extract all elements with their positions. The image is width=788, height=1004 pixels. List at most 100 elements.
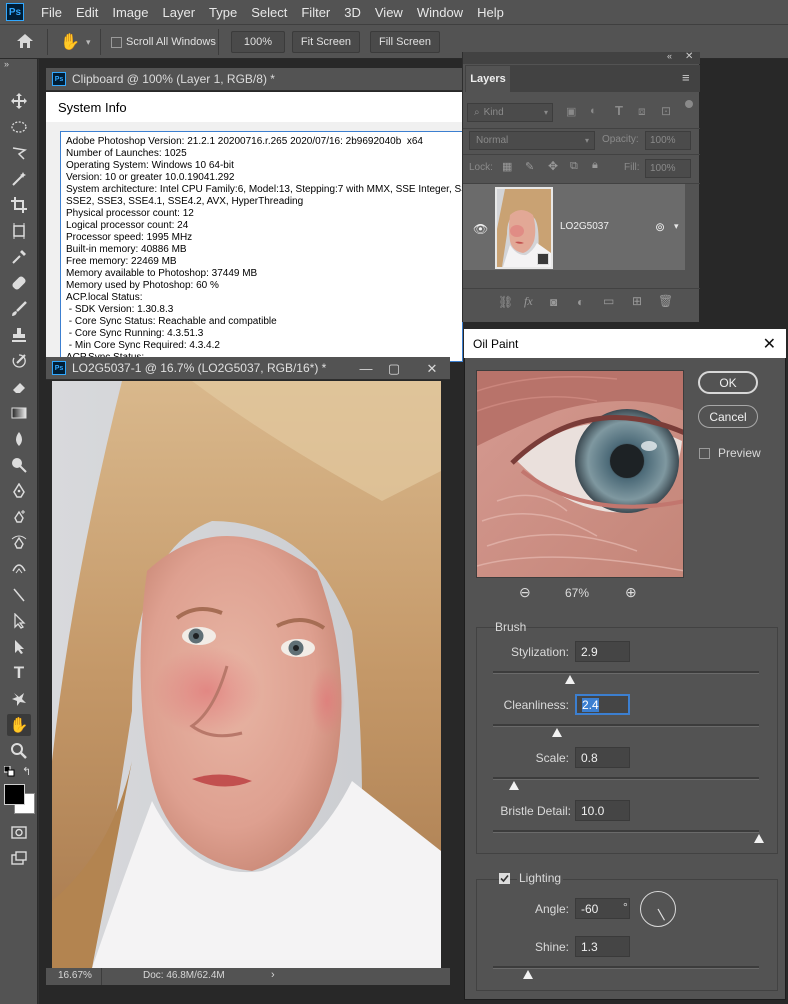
default-colors-icon[interactable] (3, 765, 15, 777)
document-window-titlebar[interactable]: Ps LO2G5037-1 @ 16.7% (LO2G5037, RGB/16*… (46, 357, 450, 380)
chevron-down-icon[interactable]: ▾ (86, 37, 91, 48)
filter-pixel-icon[interactable]: ▣ (566, 105, 576, 118)
opacity-input[interactable]: 100% (645, 131, 691, 150)
curvature-pen-tool-icon[interactable] (7, 532, 31, 554)
gradient-tool-icon[interactable] (7, 402, 31, 424)
filter-adjustment-icon[interactable]: ◐ (590, 105, 597, 117)
cleanliness-input[interactable]: 2.4 (575, 694, 630, 715)
chevron-right-icon[interactable]: › (271, 969, 275, 981)
system-info-text[interactable]: Adobe Photoshop Version: 21.2.1 20200716… (60, 131, 463, 362)
foreground-color-swatch[interactable] (4, 784, 25, 805)
smart-filter-icon[interactable]: ⊚ (655, 220, 665, 234)
layer-filter-kind[interactable]: ⌕ Kind ▾ (467, 103, 553, 122)
menu-type[interactable]: Type (202, 5, 244, 20)
preview-checkbox[interactable] (699, 448, 710, 459)
layer-thumbnail[interactable] (495, 187, 553, 269)
doc-size-info[interactable]: Doc: 46.8M/62.4M (143, 970, 225, 981)
stylization-slider-track[interactable] (493, 671, 759, 674)
blend-mode-select[interactable]: Normal ▾ (469, 131, 595, 150)
cancel-button[interactable]: Cancel (698, 405, 758, 428)
direct-selection-tool-icon[interactable] (7, 636, 31, 658)
healing-brush-tool-icon[interactable] (7, 272, 31, 294)
line-tool-icon[interactable] (7, 584, 31, 606)
layer-row[interactable]: 👁︎ LO2G5037 ⊚ ▾ (463, 184, 685, 270)
close-icon[interactable]: ✕ (418, 357, 446, 380)
shine-input[interactable]: 1.3 (575, 936, 630, 957)
stylization-slider-thumb[interactable] (565, 675, 576, 684)
link-layers-icon[interactable]: ⛓︎ (498, 295, 513, 309)
scale-slider-thumb[interactable] (509, 781, 520, 790)
bristle-detail-slider-thumb[interactable] (754, 834, 764, 843)
maximize-icon[interactable]: ▢ (380, 357, 408, 380)
filter-type-icon[interactable]: T (615, 103, 623, 118)
dodge-tool-icon[interactable] (7, 454, 31, 476)
add-mask-icon[interactable]: ◙ (550, 295, 557, 309)
zoom-level[interactable]: 16.67% (58, 970, 92, 981)
layer-name[interactable]: LO2G5037 (560, 221, 609, 232)
scale-slider-track[interactable] (493, 777, 759, 780)
scroll-all-windows-checkbox[interactable] (111, 37, 122, 48)
pen-tool-icon[interactable] (7, 480, 31, 502)
frame-tool-icon[interactable] (7, 220, 31, 242)
document-canvas-photo[interactable] (52, 381, 441, 968)
angle-dial[interactable] (640, 891, 676, 927)
new-layer-icon[interactable]: ⊞ (632, 294, 642, 308)
fill-screen-button[interactable]: Fill Screen (370, 31, 440, 53)
angle-input[interactable]: -60 (575, 898, 630, 919)
type-tool-icon[interactable]: T (7, 662, 31, 684)
zoom-in-icon[interactable]: ⊕ (625, 584, 637, 601)
cleanliness-slider-track[interactable] (493, 724, 759, 727)
zoom-out-icon[interactable]: ⊖ (519, 584, 531, 601)
hand-tool-icon[interactable]: ✋ (7, 714, 31, 736)
group-folder-icon[interactable]: ▭ (603, 294, 614, 308)
blur-tool-icon[interactable] (7, 428, 31, 450)
collapse-panel-icon[interactable]: « (667, 51, 672, 61)
lasso-tool-icon[interactable] (7, 142, 31, 164)
panel-menu-icon[interactable]: ≡ (682, 70, 690, 85)
close-panel-icon[interactable]: ✕ (685, 51, 693, 62)
eyedropper-tool-icon[interactable] (7, 246, 31, 268)
trash-icon[interactable]: 🗑︎ (658, 294, 673, 308)
path-selection-tool-icon[interactable] (7, 610, 31, 632)
lock-position-icon[interactable]: ✥ (548, 159, 558, 173)
menu-select[interactable]: Select (244, 5, 294, 20)
bristle-detail-slider-track[interactable] (493, 830, 759, 833)
stylization-input[interactable]: 2.9 (575, 641, 630, 662)
history-brush-tool-icon[interactable] (7, 350, 31, 372)
menu-layer[interactable]: Layer (156, 5, 203, 20)
menu-image[interactable]: Image (105, 5, 155, 20)
move-tool-icon[interactable] (7, 90, 31, 112)
tab-layers[interactable]: Layers (465, 65, 511, 92)
brush-tool-icon[interactable] (7, 298, 31, 320)
marquee-tool-icon[interactable] (7, 116, 31, 138)
filter-shape-icon[interactable]: ⧈ (638, 104, 646, 119)
screen-mode-icon[interactable] (7, 847, 31, 869)
hand-tool-icon[interactable]: ✋ (60, 32, 82, 52)
adjustment-layer-icon[interactable]: ◐ (577, 295, 584, 309)
scale-input[interactable]: 0.8 (575, 747, 630, 768)
menu-3d[interactable]: 3D (337, 5, 368, 20)
filter-toggle-icon[interactable] (685, 100, 693, 108)
swap-colors-icon[interactable]: ↰ (22, 765, 31, 778)
cleanliness-slider-thumb[interactable] (551, 728, 562, 737)
menu-edit[interactable]: Edit (69, 5, 105, 20)
oil-paint-titlebar[interactable]: Oil Paint ✕ (464, 329, 786, 358)
zoom-100-button[interactable]: 100% (231, 31, 285, 53)
close-icon[interactable]: ✕ (763, 334, 776, 354)
fill-input[interactable]: 100% (645, 159, 691, 178)
freeform-pen-tool-icon[interactable] (7, 506, 31, 528)
zoom-tool-icon[interactable] (7, 740, 31, 762)
crop-tool-icon[interactable] (7, 194, 31, 216)
expand-panel-icon[interactable]: » (4, 59, 9, 69)
clipboard-window-titlebar[interactable]: Ps Clipboard @ 100% (Layer 1, RGB/8) * (46, 68, 463, 91)
fit-screen-button[interactable]: Fit Screen (292, 31, 360, 53)
ok-button[interactable]: OK (698, 371, 758, 394)
eraser-tool-icon[interactable] (7, 376, 31, 398)
filter-smart-object-icon[interactable]: ⊡ (661, 104, 671, 118)
magic-wand-tool-icon[interactable] (7, 168, 31, 190)
custom-shape-tool-icon[interactable] (7, 688, 31, 710)
lock-all-icon[interactable]: 🔒︎ (592, 159, 598, 172)
lock-artboard-icon[interactable]: ⧉ (570, 160, 578, 173)
add-anchor-tool-icon[interactable] (7, 558, 31, 580)
menu-view[interactable]: View (368, 5, 410, 20)
